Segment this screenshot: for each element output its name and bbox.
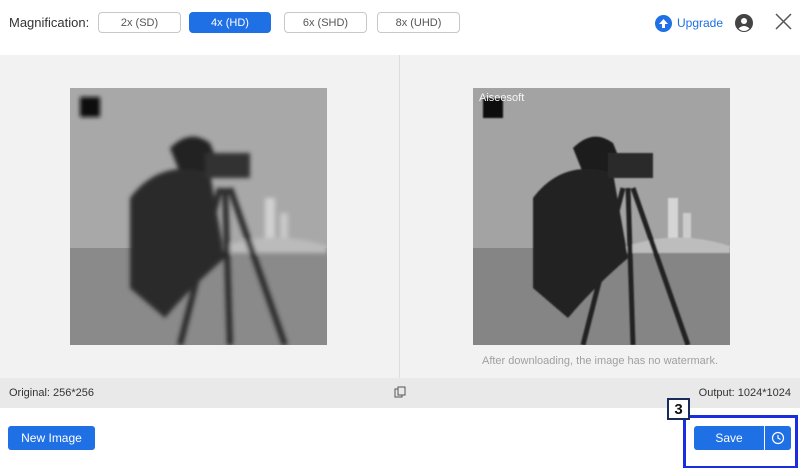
output-size-label: Output: 1024*1024 <box>698 387 791 399</box>
new-image-button[interactable]: New Image <box>8 426 95 450</box>
step-badge: 3 <box>667 398 690 420</box>
original-image <box>70 88 327 345</box>
magnification-4x-button[interactable]: 4x (HD) <box>189 12 271 33</box>
original-size-label: Original: 256*256 <box>9 387 95 399</box>
no-watermark-note: After downloading, the image has no wate… <box>481 355 719 367</box>
watermark-text: Aiseesoft <box>479 92 525 104</box>
save-button[interactable]: Save <box>694 426 764 450</box>
magnification-2x-button[interactable]: 2x (SD) <box>98 12 181 33</box>
close-icon[interactable] <box>775 13 792 30</box>
footer: New Image 3 Save <box>0 398 800 468</box>
upgrade-link[interactable]: Upgrade <box>655 14 723 32</box>
toolbar: Magnification: 2x (SD) 4x (HD) 6x (SHD) … <box>0 0 800 46</box>
compare-icon[interactable] <box>394 386 406 398</box>
magnification-8x-button[interactable]: 8x (UHD) <box>377 12 460 33</box>
user-avatar-icon[interactable] <box>735 14 753 32</box>
magnification-label: Magnification: <box>9 15 90 30</box>
history-clock-icon <box>771 431 785 445</box>
upgrade-label: Upgrade <box>677 16 724 30</box>
upgrade-arrow-icon <box>655 14 672 32</box>
preview-divider <box>399 55 400 378</box>
enhanced-image: Aiseesoft <box>473 88 730 345</box>
history-button[interactable] <box>765 426 791 450</box>
preview-area: Aiseesoft After downloading, the image h… <box>0 55 800 378</box>
magnification-6x-button[interactable]: 6x (SHD) <box>284 12 367 33</box>
